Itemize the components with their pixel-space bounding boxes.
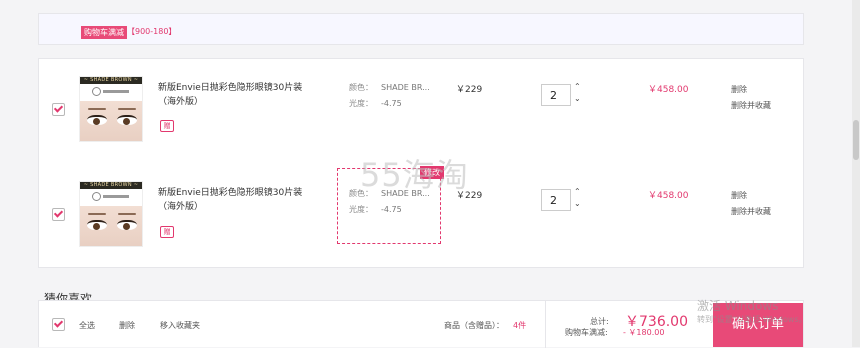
power-value: -4.75 (381, 205, 402, 214)
product-title[interactable]: 新版Envie日抛彩色隐形眼镜30片装（海外版） (158, 81, 308, 109)
divider (545, 301, 546, 348)
item-actions: 删除 删除并收藏 (731, 82, 771, 114)
quantity-value[interactable]: 2 (550, 89, 557, 102)
discount-amount: - ￥180.00 (623, 328, 665, 337)
unit-price: ￥229 (456, 85, 483, 95)
item-actions: 删除 删除并收藏 (731, 188, 771, 220)
product-title[interactable]: 新版Envie日抛彩色隐形眼镜30片装（海外版） (158, 186, 308, 214)
windows-activation-notice: 激活 Windows (697, 299, 779, 313)
power-label: 光度： (349, 99, 373, 108)
checkout-bar (38, 300, 804, 348)
color-label: 颜色： (349, 83, 373, 92)
product-thumbnail[interactable]: ~ SHADE BROWN ~ (79, 76, 143, 142)
brand-logo-icon (92, 192, 132, 202)
product-specs: 颜色： SHADE BR... 光度： -4.75 (349, 80, 430, 112)
power-label: 光度： (349, 205, 373, 214)
quantity-stepper[interactable]: 2 ⌃ ⌄ (541, 82, 581, 106)
delete-link[interactable]: 删除 (731, 188, 771, 204)
eye-icon (87, 115, 107, 125)
page-scrollbar[interactable] (852, 0, 860, 347)
delete-and-save-link[interactable]: 删除并收藏 (731, 98, 771, 114)
item-subtotal: ￥458.00 (648, 191, 689, 201)
chevron-up-icon[interactable]: ⌃ (574, 187, 581, 196)
eye-icon (117, 115, 137, 125)
item-checkbox[interactable] (52, 208, 65, 221)
eye-icon (117, 220, 137, 230)
item-checkbox[interactable] (52, 103, 65, 116)
chevron-up-icon[interactable]: ⌃ (574, 82, 581, 91)
scrollbar-thumb[interactable] (853, 120, 859, 160)
chevron-down-icon[interactable]: ⌄ (574, 94, 581, 103)
power-value: -4.75 (381, 99, 402, 108)
color-value: SHADE BR... (381, 83, 430, 92)
delete-link[interactable]: 删除 (731, 82, 771, 98)
item-subtotal: ￥458.00 (648, 85, 689, 95)
goods-count: 4件 (513, 321, 527, 330)
promo-bar: 购物车满减 【900-180】 (38, 13, 804, 45)
gift-tag-icon: 赠 (160, 120, 174, 132)
promo-tag: 购物车满减 (81, 26, 127, 39)
quantity-value[interactable]: 2 (550, 194, 557, 207)
product-thumbnail[interactable]: ~ SHADE BROWN ~ (79, 181, 143, 247)
goods-count-label: 商品（含赠品）： (444, 321, 504, 330)
select-all-label[interactable]: 全选 (79, 320, 95, 331)
gift-tag-icon: 赠 (160, 226, 174, 238)
windows-activation-hint: 转到"设置"以激活 Windows。 (697, 315, 807, 324)
total-label: 总计: (590, 317, 609, 326)
site-watermark: 55海淘 (360, 156, 469, 194)
move-to-favorites-link[interactable]: 移入收藏夹 (160, 320, 200, 331)
thumbnail-brand-label: ~ SHADE BROWN ~ (80, 182, 142, 189)
bulk-delete-link[interactable]: 删除 (119, 320, 135, 331)
delete-and-save-link[interactable]: 删除并收藏 (731, 204, 771, 220)
select-all-checkbox[interactable] (52, 318, 65, 331)
chevron-down-icon[interactable]: ⌄ (574, 199, 581, 208)
thumbnail-brand-label: ~ SHADE BROWN ~ (80, 77, 142, 84)
promo-range[interactable]: 【900-180】 (127, 26, 176, 37)
discount-label: 购物车满减: (565, 328, 608, 337)
eye-icon (87, 220, 107, 230)
quantity-stepper[interactable]: 2 ⌃ ⌄ (541, 187, 581, 211)
brand-logo-icon (92, 87, 132, 97)
